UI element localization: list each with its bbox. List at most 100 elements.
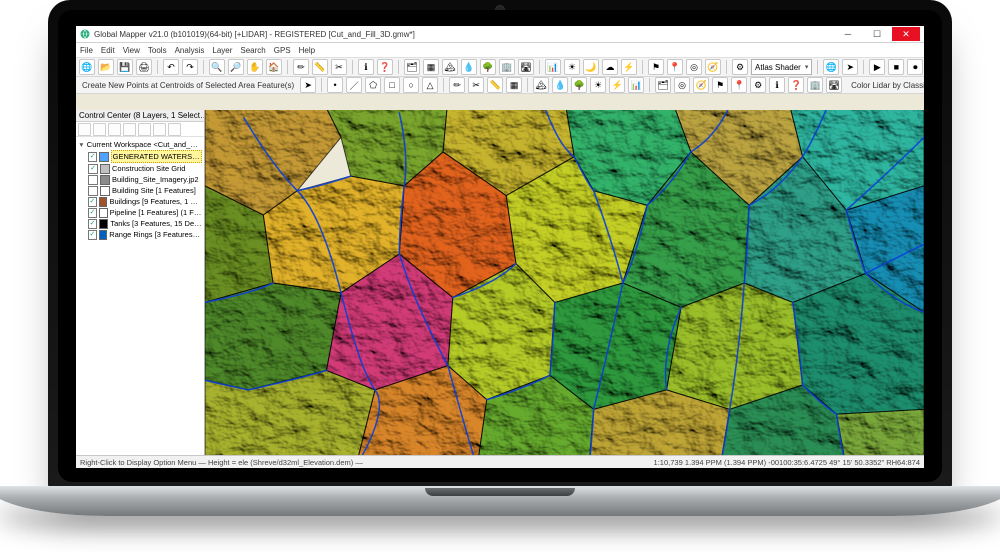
menu-file[interactable]: File [80,46,93,55]
tb-target-icon[interactable]: ◎ [686,59,702,75]
layer-checkbox[interactable] [88,186,98,196]
tb-open-icon[interactable]: 📂 [98,59,114,75]
minimize-button[interactable]: ─ [834,27,862,41]
cc-tool-6[interactable] [153,123,166,136]
tb-ruler-icon[interactable]: 📏 [312,59,328,75]
tree-root[interactable]: ▾ Current Workspace <Cut_and_Fil… [78,139,202,150]
tb2-tree-icon[interactable]: 🌳 [571,77,587,93]
tb2-bolt-icon[interactable]: ⚡ [609,77,625,93]
tb2-triangle-icon[interactable]: △ [422,77,438,93]
layer-row[interactable]: Buildings [9 Features, 1 Delete… [78,196,202,207]
menu-help[interactable]: Help [299,46,315,55]
layer-row[interactable]: Building Site [1 Features] [78,185,202,196]
shader-combo[interactable]: Atlas Shader ▾ [751,59,812,75]
tb-pin-icon[interactable]: 📍 [667,59,683,75]
tb-flag-icon[interactable]: ⚑ [648,59,664,75]
tb2-sun-icon[interactable]: ☀ [590,77,606,93]
layer-row[interactable]: Range Rings [3 Features, 1 Del… [78,229,202,240]
cc-tool-4[interactable] [123,123,136,136]
tb-road-icon[interactable]: 🛣 [518,59,534,75]
tb2-target-icon[interactable]: ◎ [674,77,690,93]
tb2-polygon-icon[interactable]: ⬠ [365,77,381,93]
tb2-pencil-icon[interactable]: ✏ [449,77,465,93]
tb-chart-icon[interactable]: 📊 [545,59,561,75]
tb-grid-icon[interactable]: ▦ [423,59,439,75]
menu-search[interactable]: Search [240,46,265,55]
tb-play-icon[interactable]: ▶ [869,59,885,75]
tb2-info-icon[interactable]: ℹ [769,77,785,93]
tb2-chart-icon[interactable]: 📊 [628,77,644,93]
tb2-mountain-icon[interactable]: 🏔 [533,77,549,93]
tb-home-icon[interactable]: 🏠 [266,59,282,75]
tb2-flag-icon[interactable]: ⚑ [712,77,728,93]
tb2-arrow-icon[interactable]: ➤ [300,77,316,93]
tb2-grid-icon[interactable]: ▦ [506,77,522,93]
cc-tool-3[interactable] [108,123,121,136]
close-button[interactable]: ✕ [892,27,920,41]
tb-gear-icon[interactable]: ⚙ [732,59,748,75]
tb-building-icon[interactable]: 🏢 [499,59,515,75]
tb-water-icon[interactable]: 💧 [461,59,477,75]
map-view[interactable] [205,110,924,456]
tb-pan-icon[interactable]: ✋ [247,59,263,75]
tb-compass-icon[interactable]: 🧭 [705,59,721,75]
tb-cloud-icon[interactable]: ☁ [602,59,618,75]
tb-pencil-icon[interactable]: ✏ [293,59,309,75]
layer-row[interactable]: Building_Site_Imagery.jp2 [78,174,202,185]
cc-tool-7[interactable] [168,123,181,136]
tb2-point-icon[interactable]: • [327,77,343,93]
menu-gps[interactable]: GPS [274,46,291,55]
tb2-square-icon[interactable]: □ [384,77,400,93]
tb-mountain-icon[interactable]: 🏔 [442,59,458,75]
layer-row[interactable]: Construction Site Grid [78,163,202,174]
tb2-building-icon[interactable]: 🏢 [807,77,823,93]
tb-layer-icon[interactable]: 🗂 [404,59,420,75]
tb-save-icon[interactable]: 💾 [117,59,133,75]
tb-print-icon[interactable]: 🖨 [136,59,152,75]
tb-globe2-icon[interactable]: 🌐 [823,59,839,75]
tb-undo-icon[interactable]: ↶ [163,59,179,75]
menu-layer[interactable]: Layer [212,46,232,55]
tb-rec-icon[interactable]: ⏺ [907,59,923,75]
cc-tool-2[interactable] [93,123,106,136]
tb2-line-icon[interactable]: ／ [346,77,362,93]
tb-redo-icon[interactable]: ↷ [182,59,198,75]
tb-cut-icon[interactable]: ✂ [331,59,347,75]
tb-sun-icon[interactable]: ☀ [564,59,580,75]
tb-info-icon[interactable]: ℹ [358,59,374,75]
layer-checkbox[interactable] [88,219,97,229]
tb2-gear-icon[interactable]: ⚙ [750,77,766,93]
cc-tool-5[interactable] [138,123,151,136]
layer-checkbox[interactable] [88,197,97,207]
layer-tree[interactable]: ▾ Current Workspace <Cut_and_Fil… GENERA… [76,137,204,456]
layer-checkbox[interactable] [88,164,98,174]
tb-stop-icon[interactable]: ■ [888,59,904,75]
tb-moon-icon[interactable]: 🌙 [583,59,599,75]
tb2-layer-icon[interactable]: 🗂 [655,77,671,93]
tb-arrow-icon[interactable]: ➤ [842,59,858,75]
layer-checkbox[interactable] [88,208,97,218]
cc-tool-1[interactable] [78,123,91,136]
layer-checkbox[interactable] [88,175,98,185]
layer-row[interactable]: GENERATED WATERSHED [78,150,202,163]
maximize-button[interactable]: ☐ [863,27,891,41]
tb2-help-icon[interactable]: ❓ [788,77,804,93]
tb-globe-icon[interactable]: 🌐 [79,59,95,75]
tb2-compass-icon[interactable]: 🧭 [693,77,709,93]
tb-tree-icon[interactable]: 🌳 [480,59,496,75]
tb-zoomout-icon[interactable]: 🔎 [228,59,244,75]
layer-row[interactable]: Pipeline [1 Features] (1 Featur… [78,207,202,218]
tb2-pin-icon[interactable]: 📍 [731,77,747,93]
menu-view[interactable]: View [123,46,140,55]
tb-zoomin-icon[interactable]: 🔍 [209,59,225,75]
collapse-icon[interactable]: ▾ [78,139,85,150]
menu-tools[interactable]: Tools [148,46,167,55]
tb2-ruler-icon[interactable]: 📏 [487,77,503,93]
tb2-circle-icon[interactable]: ○ [403,77,419,93]
tb-help-icon[interactable]: ❓ [377,59,393,75]
tb2-cut-icon[interactable]: ✂ [468,77,484,93]
tb2-road-icon[interactable]: 🛣 [826,77,842,93]
layer-checkbox[interactable] [88,152,97,162]
tb2-water-icon[interactable]: 💧 [552,77,568,93]
tb-bolt-icon[interactable]: ⚡ [621,59,637,75]
